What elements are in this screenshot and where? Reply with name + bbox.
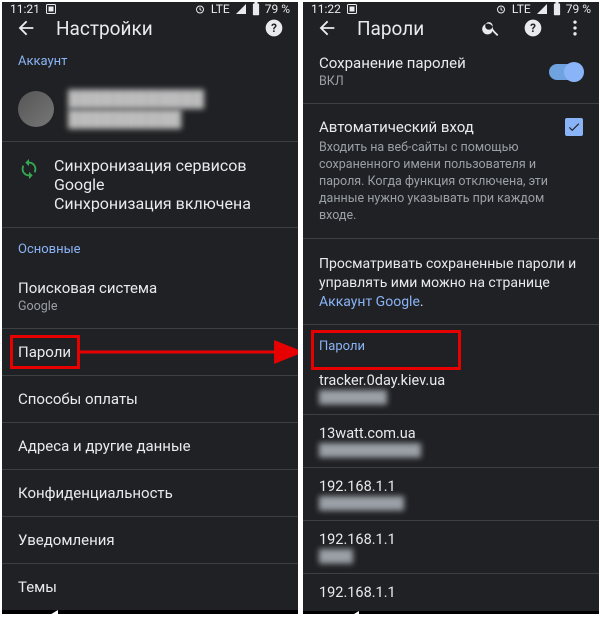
row-passwords[interactable]: Пароли <box>2 328 298 375</box>
search-icon[interactable] <box>479 16 503 40</box>
info-link[interactable]: Аккаунт Google <box>319 294 420 310</box>
save-pw-title: Сохранение паролей <box>319 54 466 72</box>
nav-bar <box>2 610 298 614</box>
payment-title: Способы оплаты <box>18 390 282 408</box>
status-battery: 79 % <box>265 2 290 16</box>
notifications-title: Уведомления <box>18 531 282 549</box>
section-passwords-label: Пароли <box>303 324 599 362</box>
back-icon[interactable] <box>14 16 38 40</box>
nav-back-icon[interactable] <box>48 610 58 614</box>
signal-icon <box>235 3 247 15</box>
account-email: ██████████ <box>68 109 204 129</box>
screenshot-icon <box>346 3 358 15</box>
password-item[interactable]: tracker.0day.kiev.ua ████████ <box>303 362 599 414</box>
page-title: Пароли <box>357 17 461 40</box>
section-main-label: Основные <box>2 227 298 265</box>
row-save-passwords[interactable]: Сохранение паролей ВКЛ <box>303 40 599 103</box>
status-time: 11:22 <box>311 2 341 16</box>
pw-site: tracker.0day.kiev.ua <box>319 372 583 389</box>
pw-user: ████████ <box>319 390 583 404</box>
status-network: LTE <box>512 2 531 16</box>
help-icon[interactable]: ? <box>521 16 545 40</box>
status-bar: 11:21 LTE 79 % <box>2 2 298 16</box>
left-phone: 11:21 LTE 79 % Настройки ? Акка <box>2 2 298 614</box>
nav-back-icon[interactable] <box>349 611 359 614</box>
passwords-title: Пароли <box>18 343 282 361</box>
section-account-label: Аккаунт <box>2 40 298 77</box>
pw-site: 192.168.1.1 <box>319 531 583 548</box>
svg-text:?: ? <box>530 21 536 35</box>
privacy-title: Конфиденциальность <box>18 484 282 502</box>
save-pw-sub: ВКЛ <box>319 74 466 89</box>
status-network: LTE <box>211 2 230 16</box>
autologin-desc: Входить на веб-сайты с помощью сохраненн… <box>319 140 553 224</box>
pw-user: ████████████ <box>319 443 583 457</box>
pw-site: 13watt.com.ua <box>319 425 583 442</box>
sync-sub: Синхронизация включена <box>54 194 282 213</box>
row-payment[interactable]: Способы оплаты <box>2 375 298 422</box>
row-addresses[interactable]: Адреса и другие данные <box>2 422 298 469</box>
row-themes[interactable]: Темы <box>2 563 298 610</box>
password-item[interactable]: 192.168.1.1 ██████████ <box>303 467 599 520</box>
account-name: ████████████ <box>68 89 204 109</box>
themes-title: Темы <box>18 578 282 596</box>
nav-home-icon[interactable] <box>106 614 194 615</box>
help-icon[interactable]: ? <box>262 16 286 40</box>
pw-site: 192.168.1.1 <box>319 478 583 495</box>
addresses-title: Адреса и другие данные <box>18 437 282 455</box>
autologin-checkbox[interactable] <box>565 118 583 136</box>
avatar <box>18 91 54 127</box>
signal-icon <box>536 3 548 15</box>
alarm-icon <box>495 3 507 15</box>
sync-title: Синхронизация сервисов Google <box>54 156 282 194</box>
status-time: 11:21 <box>10 2 40 16</box>
row-search-engine[interactable]: Поисковая система Google <box>2 265 298 328</box>
password-item[interactable]: 13watt.com.ua ████████████ <box>303 414 599 467</box>
pw-user: ██████████ <box>319 496 583 510</box>
page-title: Настройки <box>56 17 244 40</box>
row-notifications[interactable]: Уведомления <box>2 516 298 563</box>
nav-bar <box>303 611 599 614</box>
battery-icon <box>553 2 561 16</box>
search-engine-title: Поисковая система <box>18 279 282 297</box>
password-item[interactable]: 192.168.1.1 <box>303 573 599 611</box>
right-phone: 11:22 LTE 79 % Пароли ? <box>303 2 599 614</box>
search-engine-sub: Google <box>18 299 282 314</box>
battery-icon <box>252 2 260 16</box>
account-row[interactable]: ████████████ ██████████ <box>2 77 298 141</box>
info-text: Просматривать сохраненные пароли и управ… <box>319 256 576 291</box>
app-bar: Настройки ? <box>2 16 298 40</box>
row-auto-login[interactable]: Автоматический вход Входить на веб-сайты… <box>303 103 599 238</box>
screenshot-icon <box>45 3 57 15</box>
row-info: Просматривать сохраненные пароли и управ… <box>303 238 599 324</box>
row-privacy[interactable]: Конфиденциальность <box>2 469 298 516</box>
svg-text:?: ? <box>271 21 277 35</box>
status-bar: 11:22 LTE 79 % <box>303 2 599 16</box>
sync-row[interactable]: Синхронизация сервисов Google Синхрониза… <box>2 141 298 227</box>
save-pw-toggle[interactable] <box>549 64 583 80</box>
app-bar: Пароли ? <box>303 16 599 40</box>
password-item[interactable]: 192.168.1.1 ████ <box>303 520 599 573</box>
back-icon[interactable] <box>315 16 339 40</box>
pw-site: 192.168.1.1 <box>319 584 583 601</box>
autologin-title: Автоматический вход <box>319 118 553 136</box>
sync-icon <box>18 158 40 180</box>
alarm-icon <box>194 3 206 15</box>
pw-user: ████ <box>319 549 583 563</box>
status-battery: 79 % <box>566 2 591 16</box>
overflow-menu-icon[interactable] <box>563 16 587 40</box>
